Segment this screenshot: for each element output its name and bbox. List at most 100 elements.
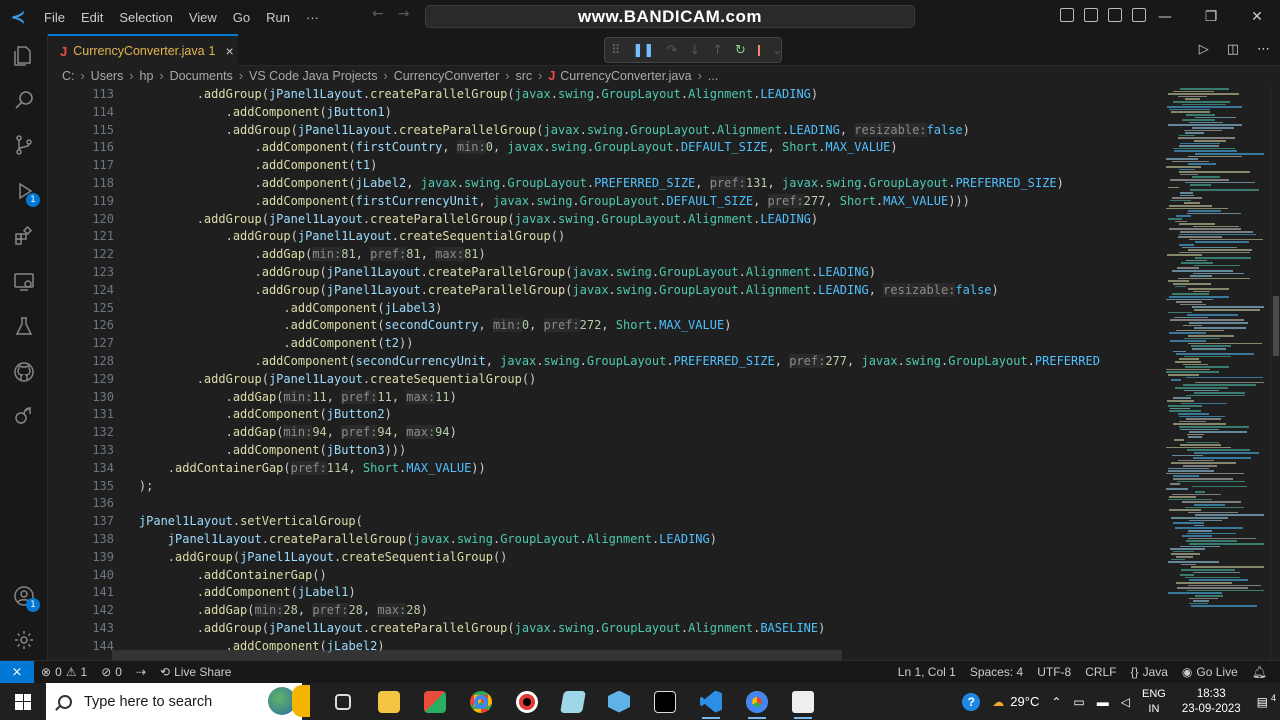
notes-app-icon[interactable] [550,683,596,720]
code-line[interactable]: jPanel1Layout.createParallelGroup(javax.… [110,531,1160,549]
breadcrumb-item[interactable]: CurrencyConverter [394,69,500,83]
code-line[interactable]: .addGap(min:28, pref:28, max:28) [110,602,1160,620]
restart-icon[interactable]: ↻ [735,43,746,58]
run-debug-icon[interactable]: 1 [10,177,40,207]
indentation[interactable]: Spaces: 4 [963,665,1030,679]
forward-arrow-icon[interactable]: → [398,6,410,22]
notification-center-icon[interactable]: ▤ 4 [1251,693,1280,709]
menu-run[interactable]: Run [258,10,298,25]
code-area[interactable]: .addGroup(jPanel1Layout.createParallelGr… [110,86,1160,656]
split-editor-icon[interactable]: ◫ [1227,42,1239,57]
breadcrumb-item[interactable]: Documents [170,69,233,83]
remote-indicator[interactable]: ⨯ [0,661,34,683]
help-icon[interactable]: ? [956,692,986,711]
menu-selection[interactable]: Selection [111,10,180,25]
code-line[interactable] [110,495,1160,513]
office-icon[interactable] [412,683,458,720]
explorer-icon[interactable] [10,42,38,70]
breadcrumb-item[interactable]: hp [140,69,154,83]
menu-file[interactable]: File [36,10,73,25]
github-icon[interactable] [10,358,38,386]
menu-go[interactable]: Go [225,10,258,25]
drag-handle-icon[interactable]: ⠿ [611,43,621,58]
vertical-scrollbar[interactable] [1270,86,1280,660]
weather-widget[interactable]: ☁ 29°C [986,694,1045,709]
code-line[interactable]: .addComponent(jButton3))) [110,442,1160,460]
go-live-button[interactable]: ◉ Go Live [1175,665,1245,679]
display-icon[interactable]: ▭ [1067,695,1090,709]
breadcrumb-item[interactable]: VS Code Java Projects [249,69,378,83]
live-share-status[interactable]: ⟲ Live Share [153,665,238,679]
command-center[interactable]: www.BANDICAM.com [425,5,915,28]
code-line[interactable]: .addGroup(jPanel1Layout.createParallelGr… [110,264,1160,282]
taskbar-search-box[interactable]: Type here to search [46,683,310,720]
close-window-icon[interactable]: ✕ [1234,0,1280,34]
code-line[interactable]: .addGroup(jPanel1Layout.createSequential… [110,371,1160,389]
code-line[interactable]: .addComponent(jLabel1) [110,584,1160,602]
breadcrumb-item[interactable]: CurrencyConverter.java [560,69,691,83]
stop-icon[interactable] [757,44,760,56]
menu-view[interactable]: View [181,10,225,25]
volume-icon[interactable]: ◁ [1115,695,1136,709]
encoding[interactable]: UTF-8 [1030,665,1078,679]
vscode-taskbar-icon[interactable] [688,683,734,720]
run-icon[interactable]: ▷ [1199,42,1209,57]
code-line[interactable]: .addComponent(jLabel3) [110,300,1160,318]
step-over-icon[interactable]: ↷ [666,43,677,58]
end-of-line[interactable]: CRLF [1078,665,1123,679]
minimap[interactable] [1160,86,1270,660]
close-tab-icon[interactable]: × [226,43,234,59]
menu-edit[interactable]: Edit [73,10,111,25]
input-language[interactable]: ENG IN [1136,687,1172,717]
code-line[interactable]: .addContainerGap(pref:114, Short.MAX_VAL… [110,460,1160,478]
breadcrumb-item[interactable]: Users [91,69,124,83]
run-code-indicator[interactable]: ⇢ [129,665,153,679]
code-line[interactable]: ); [110,478,1160,496]
code-line[interactable]: .addContainerGap() [110,567,1160,585]
menu-more[interactable]: ··· [298,10,327,25]
intellij-icon[interactable] [642,683,688,720]
horizontal-scrollbar[interactable] [112,650,842,660]
source-control-icon[interactable] [10,131,38,159]
chrome-profile-icon[interactable] [734,683,780,720]
scrollbar-thumb[interactable] [1273,296,1279,356]
breadcrumb-item[interactable]: ... [708,69,718,83]
live-share-icon[interactable] [10,403,38,431]
code-line[interactable]: .addGap(min:11, pref:11, max:11) [110,389,1160,407]
java-app-icon[interactable] [780,683,826,720]
toggle-primary-sidebar-icon[interactable] [1060,8,1074,22]
step-into-icon[interactable]: ↓ [689,43,700,58]
ports-indicator[interactable]: ⊘ 0 [94,665,129,679]
code-line[interactable]: .addGroup(jPanel1Layout.createParallelGr… [110,211,1160,229]
accounts-icon[interactable]: 1 [10,582,40,612]
chrome-icon[interactable] [458,683,504,720]
tray-chevron-up-icon[interactable]: ⌃ [1045,695,1067,709]
back-arrow-icon[interactable]: ← [372,6,384,22]
windows-start-icon[interactable] [0,683,46,720]
code-line[interactable]: .addComponent(secondCountry, min:0, pref… [110,317,1160,335]
search-icon[interactable] [10,86,38,114]
code-line[interactable]: .addComponent(t1) [110,157,1160,175]
bandicam-record-icon[interactable] [504,683,550,720]
code-line[interactable]: .addGap(min:81, pref:81, max:81) [110,246,1160,264]
settings-gear-icon[interactable] [10,626,38,654]
code-line[interactable]: .addComponent(secondCurrencyUnit, javax.… [110,353,1160,371]
remote-explorer-icon[interactable] [10,268,38,296]
code-line[interactable]: .addComponent(jButton2) [110,406,1160,424]
code-line[interactable]: .addComponent(firstCurrencyUnit, javax.s… [110,193,1160,211]
code-line[interactable]: .addComponent(firstCountry, min:0, javax… [110,139,1160,157]
code-editor[interactable]: 113 114 115 116 117 118 119 120 121 122 123 124 125 1… [48,86,1160,660]
code-line[interactable]: .addGroup(jPanel1Layout.createSequential… [110,228,1160,246]
code-line[interactable]: .addComponent(t2)) [110,335,1160,353]
breadcrumb-item[interactable]: src [515,69,532,83]
code-line[interactable]: .addGroup(jPanel1Layout.createParallelGr… [110,620,1160,638]
code-line[interactable]: .addGroup(jPanel1Layout.createParallelGr… [110,122,1160,140]
pause-icon[interactable]: ❚❚ [633,43,655,58]
code-line[interactable]: .addGroup(jPanel1Layout.createSequential… [110,549,1160,567]
cursor-position[interactable]: Ln 1, Col 1 [891,665,963,679]
code-line[interactable]: .addComponent(jLabel2, javax.swing.Group… [110,175,1160,193]
language-mode[interactable]: {} Java [1124,665,1175,679]
code-line[interactable]: .addComponent(jButton1) [110,104,1160,122]
step-out-icon[interactable]: ↑ [712,43,723,58]
code-line[interactable]: jPanel1Layout.setVerticalGroup( [110,513,1160,531]
